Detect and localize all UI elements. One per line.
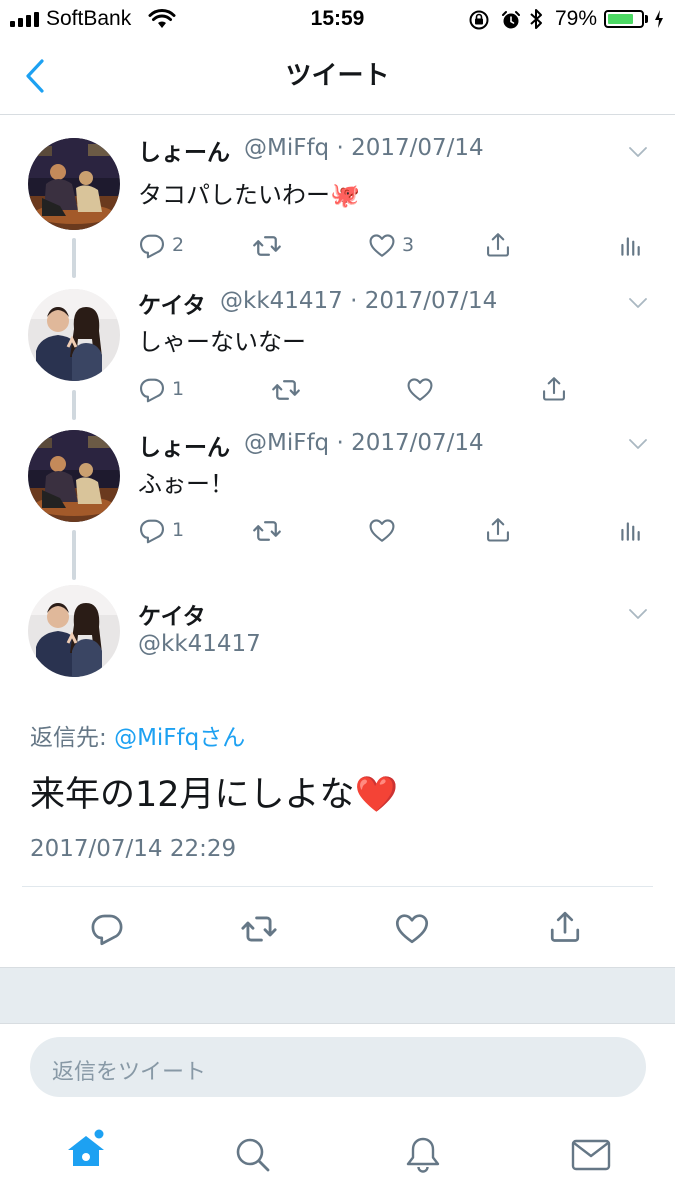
chevron-down-icon[interactable] xyxy=(626,291,650,315)
like-icon[interactable] xyxy=(406,375,434,403)
thread-tweet[interactable]: しょーん @MiFfq · 2017/07/14 タコパしたいわー🐙 2 3 xyxy=(0,115,675,278)
reply-input[interactable]: 返信をツイート xyxy=(30,1037,646,1097)
analytics-icon[interactable] xyxy=(617,517,643,545)
avatar[interactable] xyxy=(28,585,120,677)
reply-to-label: 返信先: xyxy=(30,725,115,751)
retweet-icon[interactable] xyxy=(240,910,278,948)
tweet-timestamp: 2017/07/14 22:29 xyxy=(30,836,237,862)
divider xyxy=(22,886,653,887)
alarm-icon xyxy=(502,11,520,29)
home-icon[interactable] xyxy=(64,1128,108,1172)
tweet-text: ふぉー！ xyxy=(138,470,234,498)
search-icon[interactable] xyxy=(233,1135,273,1175)
battery-percentage: 79% xyxy=(555,7,598,30)
section-separator xyxy=(0,967,675,1024)
author-handle-date[interactable]: @MiFfq · 2017/07/14 xyxy=(244,135,484,161)
thread-connector-line xyxy=(72,390,76,420)
retweet-icon[interactable] xyxy=(252,516,282,546)
author-name[interactable]: しょーん xyxy=(138,428,230,462)
orientation-lock-icon xyxy=(469,10,489,30)
thread-connector-line xyxy=(72,238,76,278)
analytics-icon[interactable] xyxy=(617,232,643,260)
reply-button[interactable]: 1 xyxy=(138,516,184,544)
reply-count: 1 xyxy=(172,519,185,541)
like-count: 3 xyxy=(402,234,415,256)
reply-to-line: 返信先: @MiFfqさん xyxy=(30,718,245,752)
chevron-down-icon[interactable] xyxy=(626,140,650,164)
share-icon[interactable] xyxy=(540,374,568,404)
tab-bar xyxy=(0,1118,675,1200)
reply-to-mention-link[interactable]: @MiFfqさん xyxy=(114,725,245,751)
battery-cap xyxy=(645,15,648,23)
reply-button[interactable]: 2 xyxy=(138,231,184,259)
page-title: ツイート xyxy=(285,61,390,91)
avatar[interactable] xyxy=(28,138,120,230)
like-icon xyxy=(368,231,396,259)
retweet-icon[interactable] xyxy=(271,375,301,405)
chevron-down-icon[interactable] xyxy=(626,432,650,456)
like-icon[interactable] xyxy=(394,910,430,946)
chevron-down-icon[interactable] xyxy=(626,602,650,626)
status-bar: SoftBank 15:59 79% xyxy=(0,0,675,40)
like-button[interactable]: 3 xyxy=(368,231,414,259)
author-name[interactable]: ケイタ xyxy=(138,597,206,631)
avatar[interactable] xyxy=(28,430,120,522)
bluetooth-icon xyxy=(530,9,542,29)
battery-level-fill xyxy=(608,14,634,24)
notifications-icon[interactable] xyxy=(402,1134,444,1176)
reply-icon xyxy=(138,231,166,259)
author-name[interactable]: ケイタ xyxy=(138,286,206,320)
tweet-text: タコパしたいわー🐙 xyxy=(138,181,360,209)
thread-tweet[interactable]: ケイタ @kk41417 · 2017/07/14 しゃーないなー 1 xyxy=(0,275,675,420)
thread-tweet[interactable]: しょーん @MiFfq · 2017/07/14 ふぉー！ 1 xyxy=(0,420,675,580)
avatar[interactable] xyxy=(28,289,120,381)
reply-icon xyxy=(138,516,166,544)
author-handle-date[interactable]: @kk41417 · 2017/07/14 xyxy=(220,288,497,314)
retweet-icon[interactable] xyxy=(252,231,282,261)
reply-icon xyxy=(138,375,166,403)
messages-icon[interactable] xyxy=(570,1138,612,1172)
share-icon[interactable] xyxy=(547,908,583,946)
battery-icon xyxy=(604,10,644,28)
share-icon[interactable] xyxy=(484,515,512,545)
reply-button[interactable]: 1 xyxy=(138,375,184,403)
reply-count: 2 xyxy=(172,234,185,256)
tweet-text: 来年の12月にしよな❤️ xyxy=(30,775,399,815)
share-icon[interactable] xyxy=(484,230,512,260)
reply-count: 1 xyxy=(172,378,185,400)
thread-connector-line xyxy=(72,530,76,580)
like-icon[interactable] xyxy=(368,516,396,544)
tweet-text: しゃーないなー xyxy=(138,328,306,356)
author-handle-date[interactable]: @MiFfq · 2017/07/14 xyxy=(244,430,484,456)
author-handle[interactable]: @kk41417 xyxy=(138,631,261,657)
author-name[interactable]: しょーん xyxy=(138,133,230,167)
charging-icon xyxy=(655,10,663,28)
reply-icon[interactable] xyxy=(89,910,125,946)
